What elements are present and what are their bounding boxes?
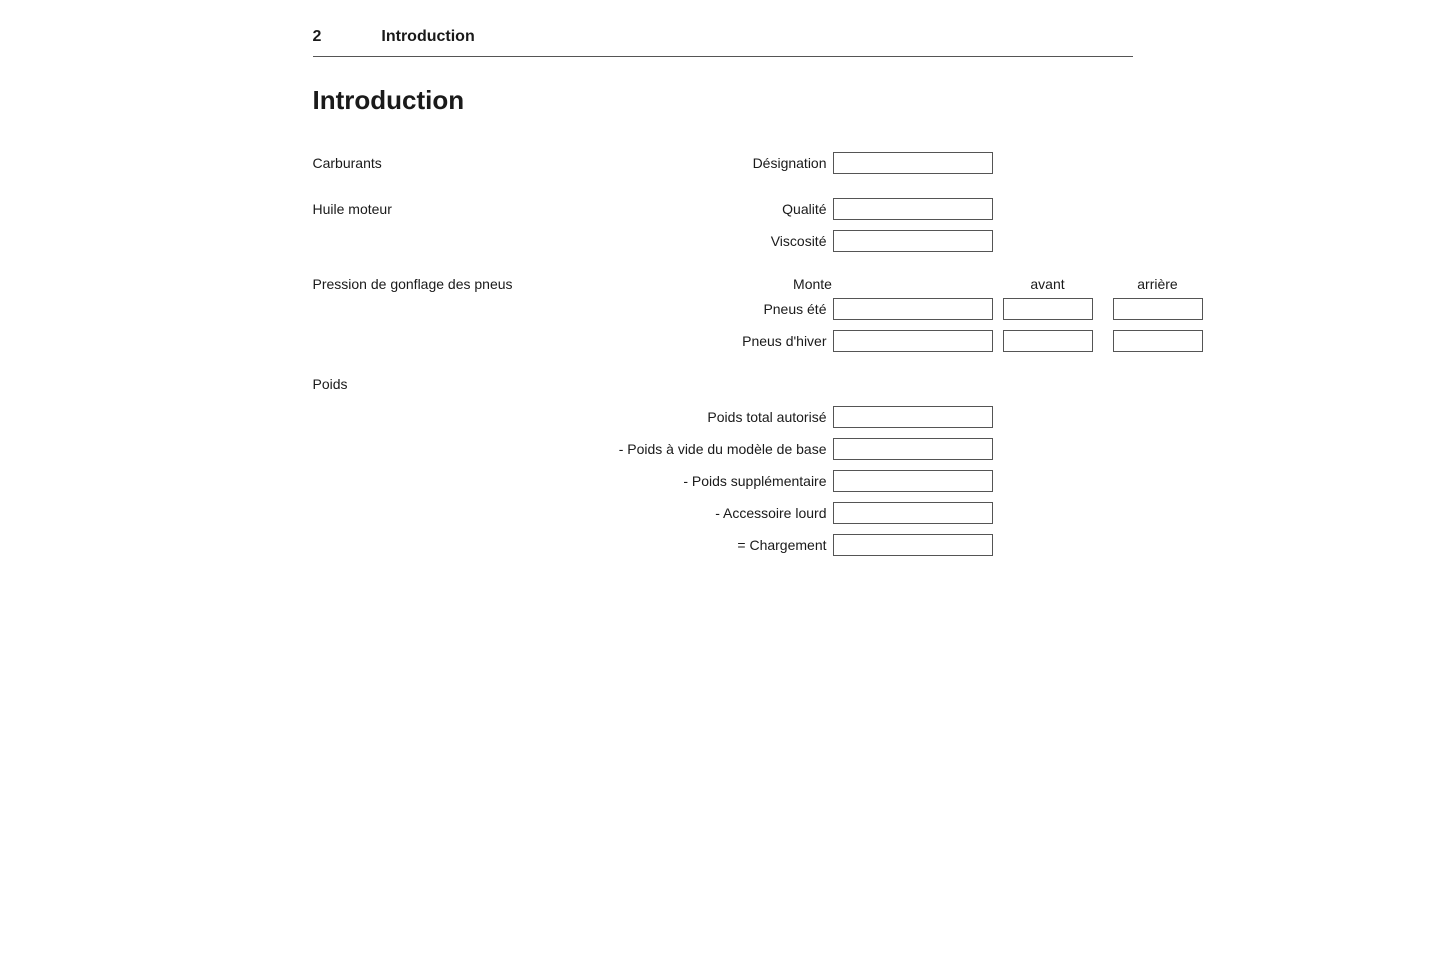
huile-viscosite-row: Viscosité xyxy=(313,230,1133,252)
viscosite-label: Viscosité xyxy=(633,233,833,249)
tyre-col-avant-label: avant xyxy=(993,276,1103,292)
tyre-col-monte-label: Monte xyxy=(633,276,993,292)
header-bar: 2 Introduction xyxy=(313,28,1133,57)
poids-section: Poids Poids total autorisé - Poids à vid… xyxy=(313,376,1133,556)
header-title-text: Introduction xyxy=(381,28,474,46)
carburants-designation-row: Carburants Désignation xyxy=(313,152,1133,174)
carburants-label: Carburants xyxy=(313,155,633,171)
pneus-hiver-arriere-cell xyxy=(1103,330,1213,352)
header-number: 2 xyxy=(313,28,322,46)
pneus-ete-row: Pneus été xyxy=(313,298,1133,320)
poids-vide-label: - Poids à vide du modèle de base xyxy=(313,441,833,457)
pneus-ete-avant-input[interactable] xyxy=(1003,298,1093,320)
poids-vide-row: - Poids à vide du modèle de base xyxy=(313,438,1133,460)
poids-supp-row: - Poids supplémentaire xyxy=(313,470,1133,492)
tyre-pression-label: Pression de gonflage des pneus xyxy=(313,276,633,292)
pneus-ete-arriere-cell xyxy=(1103,298,1213,320)
pneus-hiver-monte-input[interactable] xyxy=(833,330,993,352)
poids-total-row: Poids total autorisé xyxy=(313,406,1133,428)
page-title: Introduction xyxy=(313,85,1133,116)
tyre-header-row: Pression de gonflage des pneus Monte ava… xyxy=(313,276,1133,292)
poids-total-label: Poids total autorisé xyxy=(313,409,833,425)
tyre-col-arriere-label: arrière xyxy=(1103,276,1213,292)
poids-supp-label: - Poids supplémentaire xyxy=(313,473,833,489)
pneus-hiver-avant-input[interactable] xyxy=(1003,330,1093,352)
page-container: 2 Introduction Introduction Carburants D… xyxy=(273,0,1173,640)
designation-label: Désignation xyxy=(633,155,833,171)
huile-qualite-row: Huile moteur Qualité xyxy=(313,198,1133,220)
pneus-hiver-monte-cell: Pneus d'hiver xyxy=(633,330,993,352)
pression-pneus-section: Pression de gonflage des pneus Monte ava… xyxy=(313,276,1133,352)
pneus-ete-monte-cell: Pneus été xyxy=(633,298,993,320)
chargement-input[interactable] xyxy=(833,534,993,556)
accessoire-lourd-row: - Accessoire lourd xyxy=(313,502,1133,524)
huile-moteur-section: Huile moteur Qualité Viscosité xyxy=(313,198,1133,252)
accessoire-lourd-input[interactable] xyxy=(833,502,993,524)
poids-total-input[interactable] xyxy=(833,406,993,428)
designation-input[interactable] xyxy=(833,152,993,174)
carburants-section: Carburants Désignation xyxy=(313,152,1133,174)
huile-moteur-label: Huile moteur xyxy=(313,201,633,217)
viscosite-input[interactable] xyxy=(833,230,993,252)
poids-label: Poids xyxy=(313,376,1133,392)
chargement-row: = Chargement xyxy=(313,534,1133,556)
poids-vide-input[interactable] xyxy=(833,438,993,460)
accessoire-lourd-label: - Accessoire lourd xyxy=(313,505,833,521)
pneus-ete-arriere-input[interactable] xyxy=(1113,298,1203,320)
qualite-input[interactable] xyxy=(833,198,993,220)
qualite-label: Qualité xyxy=(633,201,833,217)
pneus-ete-monte-input[interactable] xyxy=(833,298,993,320)
chargement-label: = Chargement xyxy=(313,537,833,553)
poids-supp-input[interactable] xyxy=(833,470,993,492)
pneus-hiver-arriere-input[interactable] xyxy=(1113,330,1203,352)
pneus-hiver-avant-cell xyxy=(993,330,1103,352)
pneus-ete-avant-cell xyxy=(993,298,1103,320)
pneus-ete-label: Pneus été xyxy=(763,301,826,317)
pneus-hiver-label: Pneus d'hiver xyxy=(742,333,826,349)
pneus-hiver-row: Pneus d'hiver xyxy=(313,330,1133,352)
